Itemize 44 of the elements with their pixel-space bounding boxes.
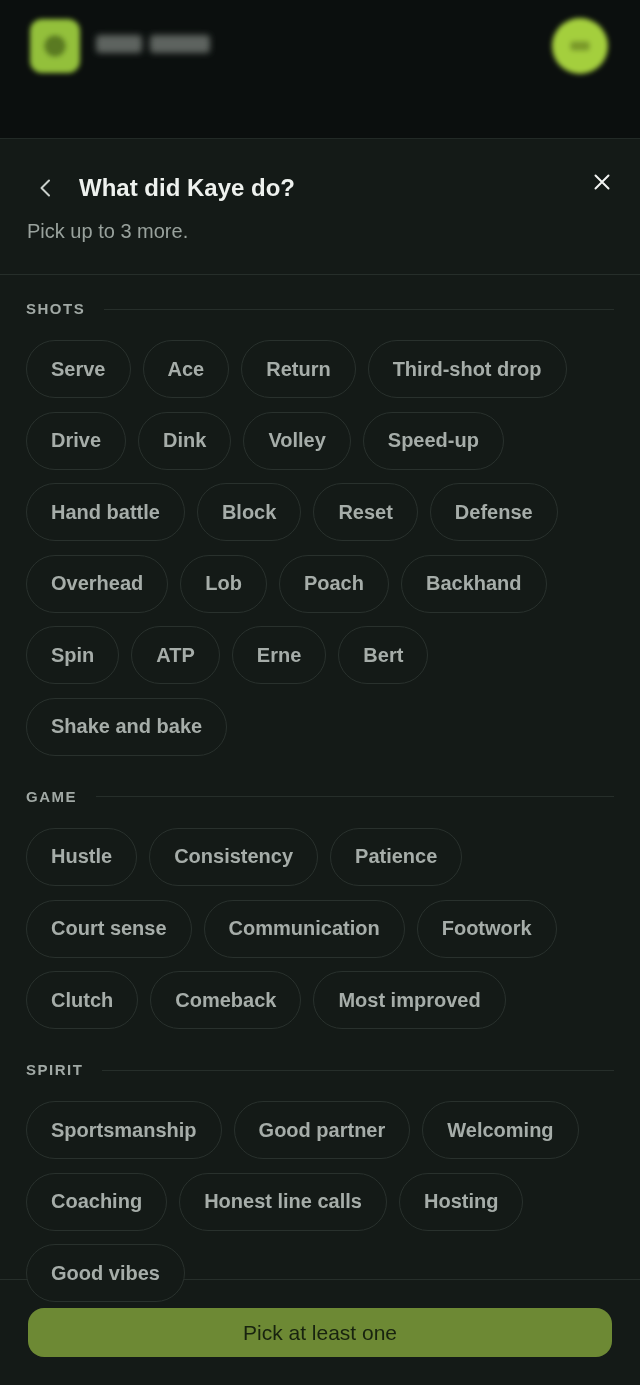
option-chip[interactable]: Poach (278, 554, 389, 613)
close-icon (594, 174, 610, 190)
option-chip[interactable]: Patience (330, 827, 463, 886)
option-chip[interactable]: Welcoming (422, 1101, 579, 1160)
option-chip[interactable]: Dink (138, 411, 232, 470)
option-chip[interactable]: Lob (180, 554, 267, 613)
option-chip[interactable]: Drive (26, 411, 127, 470)
option-chip[interactable]: Hand battle (26, 483, 185, 542)
option-chip[interactable]: Coaching (26, 1172, 168, 1231)
option-chip[interactable]: Consistency (149, 827, 319, 886)
section-heading: GAME (26, 786, 77, 807)
option-chip[interactable]: Overhead (26, 554, 169, 613)
option-chip[interactable]: Honest line calls (179, 1172, 387, 1231)
option-chip[interactable]: Return (241, 340, 356, 398)
section-heading: SHOTS (26, 299, 86, 319)
option-chip[interactable]: Erne (231, 626, 327, 685)
option-chip[interactable]: Good partner (233, 1101, 411, 1160)
option-chip[interactable]: Hustle (26, 827, 138, 886)
option-chip[interactable]: Backhand (400, 554, 547, 613)
option-chip[interactable]: Volley (243, 411, 351, 470)
back-icon (39, 179, 51, 197)
option-chip[interactable]: Footwork (416, 899, 557, 958)
option-chip[interactable]: Serve (26, 340, 131, 398)
option-chip[interactable]: ATP (131, 626, 220, 685)
option-chip[interactable]: Defense (429, 483, 558, 542)
option-chip[interactable]: Clutch (26, 971, 139, 1030)
dialog-title: What did Kaye do? (79, 173, 295, 203)
section-heading: SPIRIT (26, 1060, 84, 1081)
option-chip[interactable]: Reset (313, 483, 418, 542)
option-chip[interactable]: Communication (203, 899, 405, 958)
option-chip[interactable]: Sportsmanship (26, 1101, 222, 1160)
option-chip[interactable]: Spin (26, 626, 120, 685)
option-chip[interactable]: Hosting (398, 1172, 524, 1231)
option-chip[interactable]: Shake and bake (26, 697, 228, 756)
option-chip[interactable]: Speed-up (362, 411, 504, 470)
option-chip[interactable]: Most improved (313, 971, 506, 1030)
option-chip[interactable]: Bert (338, 626, 429, 685)
dialog-subtitle: Pick up to 3 more. (27, 219, 190, 244)
option-chip[interactable]: Good vibes (26, 1244, 185, 1303)
option-chip[interactable]: Court sense (26, 899, 192, 958)
option-chip[interactable]: Block (196, 483, 302, 542)
option-chip[interactable]: Third-shot drop (367, 340, 567, 398)
option-chip[interactable]: Comeback (150, 971, 302, 1030)
option-chip[interactable]: Ace (142, 340, 230, 398)
